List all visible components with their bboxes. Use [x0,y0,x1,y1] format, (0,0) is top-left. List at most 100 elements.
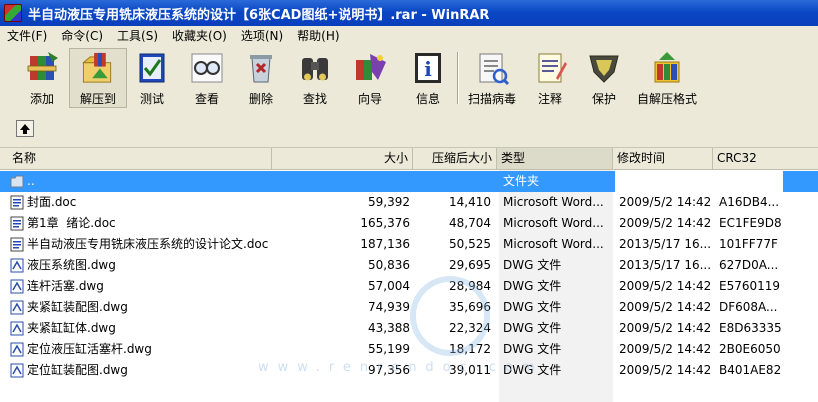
protect-button[interactable]: 保护 [581,48,627,108]
window-title: 半自动液压专用铣床液压系统的设计【6张CAD图纸+说明书】.rar - WinR… [28,7,490,23]
table-row[interactable]: 第1章 绪论.doc 165,376 48,704 Microsoft Word… [0,213,818,234]
cell-modified: 2013/5/17 16... [619,258,712,272]
cell-type: Microsoft Word... [503,195,604,209]
glasses-view-icon [191,53,223,83]
file-name: 定位缸装配图.dwg [27,363,128,377]
cell-size: 187,136 [360,237,410,251]
cell-crc: DF608A... [719,300,778,314]
cell-name: 半自动液压专用铣床液压系统的设计论文.doc [10,234,272,255]
cell-crc: B401AE82 [719,363,782,377]
menu-help[interactable]: 帮助(H) [290,26,346,46]
dwg-file-icon [10,300,24,315]
table-row[interactable]: 连杆活塞.dwg 57,004 28,984 DWG 文件 2009/5/2 1… [0,276,818,297]
extract-folder-icon [82,52,112,83]
menu-favorites[interactable]: 收藏夹(O) [165,26,234,46]
cell-name: 定位液压缸活塞杆.dwg [10,339,272,360]
cell-name: 液压系统图.dwg [10,255,272,276]
cell-modified: 2009/5/2 14:42 [619,195,712,209]
dwg-file-icon [10,321,24,336]
info-icon: i [415,53,441,83]
cell-name: 连杆活塞.dwg [10,276,272,297]
dwg-file-icon [10,342,24,357]
column-name[interactable]: 名称 [0,148,272,169]
file-rows: .. 文件夹 封面.doc 59,392 14,410 Microsoft Wo… [0,171,818,381]
column-crc32[interactable]: CRC32 [713,148,818,169]
toolbar-separator [457,52,459,104]
word-doc-icon [10,237,24,252]
cell-type: DWG 文件 [503,321,562,335]
scan-virus-label: 扫描病毒 [467,92,516,106]
column-size[interactable]: 大小 [272,148,413,169]
title-bar: 半自动液压专用铣床液压系统的设计【6张CAD图纸+说明书】.rar - WinR… [0,0,818,26]
cell-name: 夹紧缸缸体.dwg [10,318,272,339]
menu-options[interactable]: 选项(N) [234,26,290,46]
view-button[interactable]: 查看 [182,48,232,108]
cell-crc: EC1FE9D8 [719,216,782,230]
file-name: 半自动液压专用铣床液压系统的设计论文.doc [27,237,269,251]
protect-label: 保护 [591,92,616,106]
column-packed-size[interactable]: 压缩后大小 [413,148,497,169]
table-row[interactable]: 液压系统图.dwg 50,836 29,695 DWG 文件 2013/5/17… [0,255,818,276]
table-row[interactable]: 夹紧缸装配图.dwg 74,939 35,696 DWG 文件 2009/5/2… [0,297,818,318]
delete-button[interactable]: 删除 [236,48,286,108]
table-row[interactable]: 定位液压缸活塞杆.dwg 55,199 18,172 DWG 文件 2009/5… [0,339,818,360]
cell-size: 165,376 [360,216,410,230]
cell-type: DWG 文件 [503,279,562,293]
shield-protect-icon [589,55,619,83]
menu-bar: 文件(F) 命令(C) 工具(S) 收藏夹(O) 选项(N) 帮助(H) [0,26,818,47]
table-row-parent-folder[interactable]: .. 文件夹 [0,171,818,192]
cell-type: DWG 文件 [503,258,562,272]
cell-size: 74,939 [368,300,410,314]
file-list: 名称 大小 压缩后大小 类型 修改时间 CRC32 .. 文件夹 封面.doc [0,148,818,402]
wizard-icon [356,54,386,80]
cell-packed: 48,704 [449,216,491,230]
info-button[interactable]: i 信息 [403,48,453,108]
table-row[interactable]: 夹紧缸缸体.dwg 43,388 22,324 DWG 文件 2009/5/2 … [0,318,818,339]
add-label: 添加 [29,92,54,106]
menu-tools[interactable]: 工具(S) [110,26,165,46]
cell-type: DWG 文件 [503,300,562,314]
dwg-file-icon [10,363,24,378]
test-button[interactable]: 测试 [127,48,177,108]
info-label: 信息 [415,92,440,106]
extract-to-button[interactable]: 解压到 [69,48,127,108]
scan-virus-button[interactable]: 扫描病毒 [463,48,521,108]
table-row[interactable]: 封面.doc 59,392 14,410 Microsoft Word... 2… [0,192,818,213]
sfx-button[interactable]: 自解压格式 [634,48,700,108]
toolbar: 添加 解压到 测试 查看 删除 查找 向导 i 信息 扫描病毒 注释 保护 自解… [0,46,818,112]
folder-up-icon [10,175,24,188]
cell-crc: 2B0E6050 [719,342,781,356]
cell-crc: 101FF77F [719,237,778,251]
wizard-button[interactable]: 向导 [345,48,395,108]
cell-type: Microsoft Word... [503,216,604,230]
cell-size: 50,836 [368,258,410,272]
up-folder-button[interactable] [16,120,34,137]
cell-modified: 2009/5/2 14:42 [619,342,712,356]
word-doc-icon [10,195,24,210]
menu-file[interactable]: 文件(F) [0,26,54,46]
table-row[interactable]: 半自动液压专用铣床液压系统的设计论文.doc 187,136 50,525 Mi… [0,234,818,255]
delete-label: 删除 [248,92,273,106]
watermark-text: www.renrendoc.com [258,360,544,375]
find-button[interactable]: 查找 [290,48,340,108]
file-name: 定位液压缸活塞杆.dwg [27,342,152,356]
sfx-box-icon [654,52,680,83]
cell-size: 55,199 [368,342,410,356]
cell-size: 59,392 [368,195,410,209]
cell-crc: 627D0A... [719,258,779,272]
cell-packed: 50,525 [449,237,491,251]
scan-virus-icon [479,53,510,86]
add-button[interactable]: 添加 [14,48,70,108]
file-name: 夹紧缸装配图.dwg [27,300,128,314]
cell-type: DWG 文件 [503,342,562,356]
cell-size: 57,004 [368,279,410,293]
file-name: 连杆活塞.dwg [27,279,104,293]
cell-name: 夹紧缸装配图.dwg [10,297,272,318]
file-name: 夹紧缸缸体.dwg [27,321,116,335]
column-type[interactable]: 类型 [497,148,613,169]
comment-button[interactable]: 注释 [527,48,573,108]
path-bar [0,111,818,148]
menu-commands[interactable]: 命令(C) [54,26,110,46]
cell-packed: 14,410 [449,195,491,209]
column-modified[interactable]: 修改时间 [613,148,713,169]
